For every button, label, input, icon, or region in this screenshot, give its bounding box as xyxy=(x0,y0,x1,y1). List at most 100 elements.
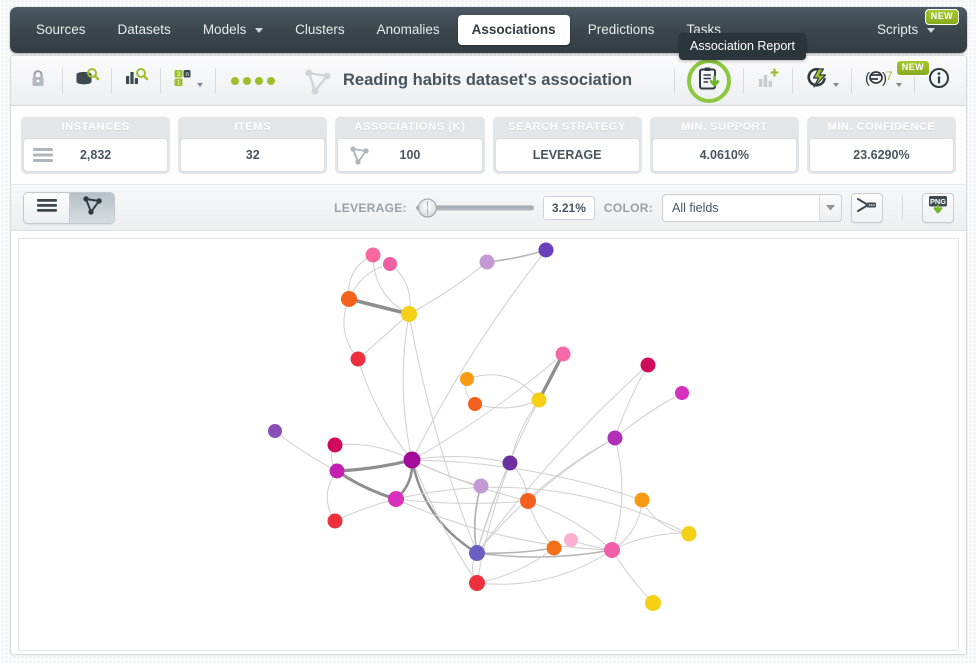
chevron-down-icon[interactable] xyxy=(819,194,841,221)
graph-edge xyxy=(334,443,413,461)
script-new-badge: NEW xyxy=(895,59,930,76)
graph-edge xyxy=(476,364,649,554)
status-dot xyxy=(267,76,275,85)
chevron-down-icon xyxy=(197,82,203,87)
toolbar-divider xyxy=(62,67,63,94)
association-report-button[interactable] xyxy=(684,58,734,103)
graph-nodes xyxy=(268,242,697,611)
dataset-search-button[interactable] xyxy=(72,64,102,98)
stat-card-min-support: MIN. SUPPORT 4.0610% xyxy=(649,116,799,174)
association-graph-canvas[interactable] xyxy=(18,238,959,651)
chart-add-icon xyxy=(757,67,779,94)
stat-title: ITEMS xyxy=(234,121,272,133)
status-dot xyxy=(231,76,239,85)
list-view-button[interactable] xyxy=(24,192,69,223)
graph-node[interactable] xyxy=(645,595,661,611)
graph-node[interactable] xyxy=(634,492,650,508)
graph-edge xyxy=(614,392,683,439)
graph-node[interactable] xyxy=(607,430,623,446)
viz-center-controls: LEVERAGE: 3.21% COLOR: All fields PNG xyxy=(334,192,954,223)
graph-node[interactable] xyxy=(564,533,578,547)
graph-node[interactable] xyxy=(327,437,343,453)
fields-button[interactable]: 3 n 1 xyxy=(170,64,206,98)
graph-node[interactable] xyxy=(469,545,485,561)
chart-add-button[interactable] xyxy=(753,64,783,98)
stat-value: LEVERAGE xyxy=(532,148,602,162)
graph-node[interactable] xyxy=(388,491,404,507)
nav-label: Associations xyxy=(471,22,556,37)
graph-node[interactable] xyxy=(520,493,536,509)
status-dot xyxy=(255,76,263,85)
graph-node[interactable] xyxy=(268,424,282,438)
nav-item-anomalies[interactable]: Anomalies xyxy=(363,15,454,45)
graph-node[interactable] xyxy=(469,575,485,591)
graph-edge xyxy=(411,459,482,487)
stat-body: 2,832 xyxy=(23,138,169,172)
graph-node[interactable] xyxy=(546,540,562,556)
graph-edge xyxy=(334,498,397,522)
graph-node[interactable] xyxy=(682,526,696,540)
graph-node[interactable] xyxy=(473,478,489,494)
nav-item-associations[interactable]: Associations xyxy=(457,15,570,45)
status-dot xyxy=(243,76,251,85)
graph-node[interactable] xyxy=(401,306,417,322)
graph-edge xyxy=(348,297,410,316)
leverage-value: 3.21% xyxy=(542,195,595,220)
graph-node[interactable] xyxy=(640,357,656,373)
toolbar-divider xyxy=(674,67,675,94)
nav-item-models[interactable]: Models xyxy=(189,15,277,45)
association-graph-svg[interactable] xyxy=(19,239,959,650)
status-dots-icon[interactable] xyxy=(225,76,281,85)
graph-node[interactable] xyxy=(675,386,689,400)
graph-node[interactable] xyxy=(329,463,345,479)
graph-node[interactable] xyxy=(327,513,343,529)
graph-node[interactable] xyxy=(383,257,397,271)
graph-node[interactable] xyxy=(502,455,518,471)
graph-node[interactable] xyxy=(531,392,547,408)
lock-button[interactable] xyxy=(23,64,53,98)
flash-actions-button[interactable] xyxy=(802,64,842,98)
stat-body: 32 xyxy=(180,138,326,172)
nav-item-sources[interactable]: Sources xyxy=(22,15,100,45)
graph-node[interactable] xyxy=(365,247,381,263)
graph-edge xyxy=(274,430,338,472)
slider-knob[interactable] xyxy=(417,198,437,217)
graph-node[interactable] xyxy=(403,451,421,469)
graph-edge xyxy=(336,458,413,473)
graph-edge xyxy=(408,313,478,554)
export-button[interactable] xyxy=(851,192,883,223)
network-view-button[interactable] xyxy=(69,192,114,223)
color-select[interactable]: All fields xyxy=(662,193,842,222)
graph-edge xyxy=(611,499,643,551)
page-title: Reading habits dataset's association xyxy=(343,71,633,89)
graph-edge xyxy=(395,498,529,504)
toolbar-divider xyxy=(792,67,793,94)
graph-node[interactable] xyxy=(555,346,571,362)
chevron-down-icon xyxy=(927,27,935,33)
stat-card-associations: ASSOCIATIONS (K) 100 xyxy=(335,116,485,174)
toolbar-divider xyxy=(160,67,161,94)
nav-item-predictions[interactable]: Predictions xyxy=(574,15,669,45)
nav-item-datasets[interactable]: Datasets xyxy=(104,15,185,45)
png-download-button[interactable]: PNG xyxy=(922,192,954,223)
stat-card-search-strategy: SEARCH STRATEGY LEVERAGE xyxy=(492,116,642,174)
list-view-icon xyxy=(35,196,59,219)
graph-edge xyxy=(326,470,338,522)
graph-edge xyxy=(611,437,623,551)
graph-node[interactable] xyxy=(460,372,474,386)
color-label: COLOR: xyxy=(603,200,653,215)
leverage-slider[interactable] xyxy=(415,198,534,218)
graph-edge xyxy=(411,249,547,461)
graph-node[interactable] xyxy=(468,397,482,411)
graph-node[interactable] xyxy=(604,542,620,558)
graph-node[interactable] xyxy=(479,254,495,270)
nav-item-clusters[interactable]: Clusters xyxy=(281,15,359,45)
graph-edge xyxy=(466,374,540,401)
graph-node[interactable] xyxy=(538,242,554,258)
resource-toolbar: 3 n 1 Reading habits dataset's associati… xyxy=(11,56,966,106)
model-search-button[interactable] xyxy=(121,64,151,98)
graph-edge xyxy=(537,353,565,401)
graph-node[interactable] xyxy=(350,351,366,367)
graph-node[interactable] xyxy=(341,291,357,307)
export-arrow-icon xyxy=(856,198,878,217)
